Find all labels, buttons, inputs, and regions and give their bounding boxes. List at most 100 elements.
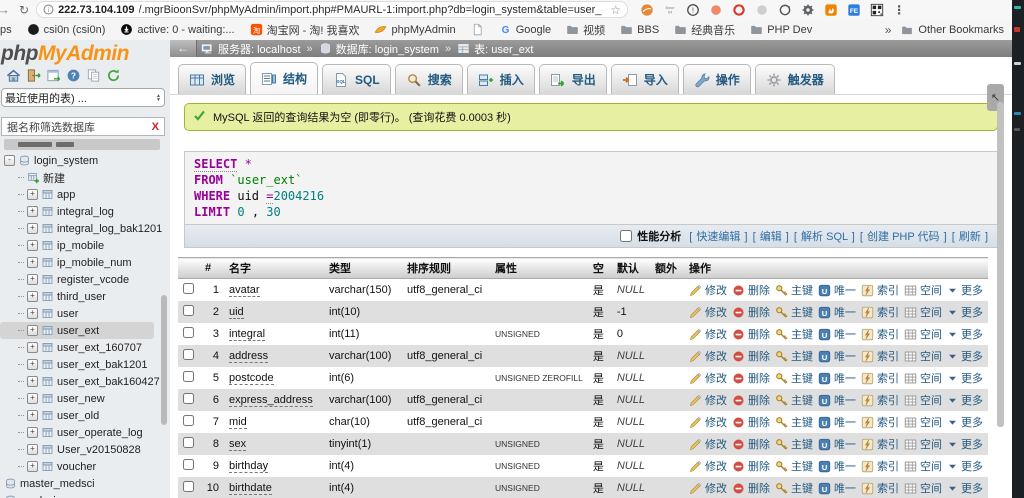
action-unique[interactable]: U唯一 [818, 326, 856, 342]
row-checkbox[interactable] [183, 415, 194, 426]
qrcode-extension-icon[interactable] [870, 3, 884, 17]
action-spatial[interactable]: 空间 [904, 304, 942, 320]
other-bookmarks[interactable]: Other Bookmarks [900, 24, 1004, 36]
expander-icon[interactable]: + [27, 206, 38, 217]
action-pencil[interactable]: 修改 [689, 392, 727, 408]
tree-item-user_ext_bak160427[interactable]: +user_ext_bak160427 [0, 373, 170, 390]
action-spatial[interactable]: 空间 [904, 326, 942, 342]
bookmark-item[interactable]: csi0n (csi0n) [27, 23, 106, 36]
action-more[interactable]: 更多 [947, 436, 983, 452]
action-spatial[interactable]: 空间 [904, 414, 942, 430]
row-checkbox[interactable] [183, 349, 194, 360]
bookmark-item[interactable]: phpMyAdmin [374, 23, 455, 36]
action-drop[interactable]: 删除 [732, 414, 770, 430]
column-header[interactable]: 额外 [650, 258, 684, 279]
bookmark-star-icon[interactable]: ☆ [610, 3, 621, 17]
bookmark-item[interactable]: GGoogle [499, 23, 551, 36]
action-spatial[interactable]: 空间 [904, 458, 942, 474]
tree-item-新建[interactable]: 新建 [0, 169, 170, 186]
column-header[interactable]: # [200, 258, 224, 279]
expander-icon[interactable]: + [27, 223, 38, 234]
home-icon[interactable] [6, 68, 21, 83]
tree-item-user[interactable]: +user [0, 305, 170, 322]
field-name[interactable]: integral [229, 328, 265, 341]
action-index[interactable]: 索引 [861, 348, 899, 364]
expander-icon[interactable]: + [27, 461, 38, 472]
expander-icon[interactable]: + [27, 257, 38, 268]
breadcrumb-table[interactable]: 表: user_ext [474, 41, 533, 57]
action-key[interactable]: 主键 [775, 436, 813, 452]
action-more[interactable]: 更多 [947, 348, 983, 364]
expander-icon[interactable]: + [27, 359, 38, 370]
address-bar[interactable]: i 222.73.104.109/.mgrBioonSvr/phpMyAdmin… [36, 1, 628, 18]
field-name[interactable]: birthday [229, 460, 268, 473]
query-tool-link[interactable]: 解析 SQL [801, 231, 848, 243]
field-name[interactable]: birthdate [229, 482, 272, 495]
action-index[interactable]: 索引 [861, 458, 899, 474]
action-index[interactable]: 索引 [861, 282, 899, 298]
tree-item-user_operate_log[interactable]: +user_operate_log [0, 424, 170, 441]
expander-icon[interactable]: + [27, 274, 38, 285]
action-pencil[interactable]: 修改 [689, 458, 727, 474]
gear-extension-icon[interactable] [801, 3, 815, 17]
reload-button[interactable]: ↻ [19, 3, 29, 17]
page-scrollbar[interactable] [997, 102, 1004, 427]
action-drop[interactable]: 删除 [732, 480, 770, 496]
action-unique[interactable]: U唯一 [818, 436, 856, 452]
field-name[interactable]: address [229, 350, 268, 363]
expander-icon[interactable]: + [27, 189, 38, 200]
browser-menu-icon[interactable]: ⋮ [893, 3, 905, 17]
action-drop[interactable]: 删除 [732, 282, 770, 298]
action-pencil[interactable]: 修改 [689, 326, 727, 342]
flame-extension-icon[interactable] [824, 3, 838, 17]
row-checkbox[interactable] [183, 305, 194, 316]
tree-item-user_ext[interactable]: +user_ext [0, 322, 154, 339]
forward-button[interactable]: → [0, 2, 11, 17]
tree-item-login_system[interactable]: -login_system [0, 152, 170, 169]
action-more[interactable]: 更多 [947, 480, 983, 496]
row-checkbox[interactable] [183, 371, 194, 382]
action-unique[interactable]: U唯一 [818, 414, 856, 430]
action-pencil[interactable]: 修改 [689, 414, 727, 430]
action-spatial[interactable]: 空间 [904, 392, 942, 408]
breadcrumb-database[interactable]: 数据库: login_system [336, 41, 439, 57]
tab-browse[interactable]: 浏览 [178, 64, 246, 94]
query-tool-link[interactable]: 快速编辑 [696, 231, 740, 243]
tab-operations[interactable]: 操作 [683, 64, 751, 94]
action-more[interactable]: 更多 [947, 370, 983, 386]
column-header[interactable]: 属性 [490, 258, 588, 279]
bookmark-item[interactable]: BBS [620, 23, 659, 36]
action-index[interactable]: 索引 [861, 414, 899, 430]
field-name[interactable]: uid [229, 306, 244, 319]
grey-circle-extension-icon[interactable] [755, 3, 769, 17]
query-tool-link[interactable]: 编辑 [760, 231, 782, 243]
tab-search[interactable]: 搜索 [395, 64, 463, 94]
recycle-extension-icon[interactable] [778, 3, 792, 17]
sidebar-scrollbar[interactable] [161, 295, 167, 425]
tree-item-medsci[interactable]: medsci [0, 492, 170, 498]
action-drop[interactable]: 删除 [732, 436, 770, 452]
action-spatial[interactable]: 空间 [904, 436, 942, 452]
action-index[interactable]: 索引 [861, 304, 899, 320]
action-pencil[interactable]: 修改 [689, 370, 727, 386]
action-unique[interactable]: U唯一 [818, 480, 856, 496]
action-unique[interactable]: U唯一 [818, 370, 856, 386]
action-more[interactable]: 更多 [947, 326, 983, 342]
field-name[interactable]: sex [229, 438, 246, 451]
tree-item-voucher[interactable]: +voucher [0, 458, 170, 475]
action-pencil[interactable]: 修改 [689, 348, 727, 364]
back-button[interactable]: ← [170, 40, 197, 57]
expander-icon[interactable]: + [27, 325, 38, 336]
action-more[interactable]: 更多 [947, 458, 983, 474]
action-index[interactable]: 索引 [861, 370, 899, 386]
logout-icon[interactable] [26, 68, 41, 83]
tree-item-integral_log[interactable]: +integral_log [0, 203, 170, 220]
breadcrumb-server[interactable]: 服务器: localhost [218, 41, 301, 57]
column-header[interactable]: 默认 [612, 258, 650, 279]
query-tool-link[interactable]: 刷新 [959, 231, 981, 243]
action-spatial[interactable]: 空间 [904, 370, 942, 386]
tab-triggers[interactable]: 触发器 [755, 64, 835, 94]
row-checkbox[interactable] [183, 459, 194, 470]
action-key[interactable]: 主键 [775, 304, 813, 320]
tree-item-ip_mobile_num[interactable]: +ip_mobile_num [0, 254, 170, 271]
